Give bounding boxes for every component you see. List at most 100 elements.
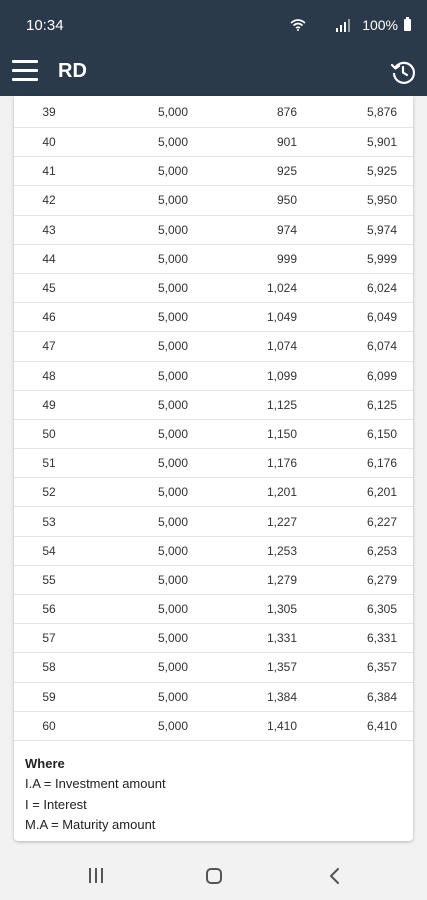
table-cell: 6,201	[366, 485, 397, 500]
table-cell: 5,925	[366, 164, 397, 179]
table-cell: 5,000	[157, 456, 188, 471]
table-cell: 46	[42, 310, 56, 325]
table-row: 47 5,000 1,074 6,074	[14, 332, 413, 362]
table-cell: 6,410	[366, 718, 397, 733]
status-indicators: 100%	[290, 17, 411, 33]
table-row: 54 5,000 1,253 6,253	[14, 537, 413, 566]
table-cell: 5,876	[366, 104, 397, 119]
table-cell: 60	[42, 718, 56, 733]
table-row: 45 5,000 1,024 6,024	[14, 274, 413, 304]
history-icon[interactable]	[389, 58, 417, 86]
table-row: 52 5,000 1,201 6,201	[14, 478, 413, 508]
table-cell: 5,000	[157, 689, 188, 704]
status-bar: 10:34 100%	[0, 0, 427, 50]
table-cell: 43	[42, 222, 56, 237]
table-cell: 5,000	[157, 251, 188, 266]
table-cell: 47	[42, 339, 56, 354]
table-row: 39 5,000 876 5,876	[14, 96, 413, 128]
table-cell: 5,950	[366, 193, 397, 208]
table-row: 46 5,000 1,049 6,049	[14, 303, 413, 333]
table-cell: 1,384	[266, 689, 297, 704]
table-cell: 6,253	[366, 543, 397, 558]
table-cell: 1,410	[266, 718, 297, 733]
table-row: 58 5,000 1,357 6,357	[14, 653, 413, 683]
table-cell: 44	[42, 251, 56, 266]
legend-line: I = Interest	[25, 796, 87, 812]
table-cell: 5,000	[157, 368, 188, 383]
table-cell: 5,000	[157, 660, 188, 675]
table-row: 55 5,000 1,279 6,279	[14, 566, 413, 595]
table-cell: 1,227	[266, 514, 297, 529]
table-cell: 5,000	[157, 543, 188, 558]
system-nav-bar	[0, 850, 427, 900]
table-cell: 58	[42, 660, 56, 675]
home-icon[interactable]	[206, 868, 222, 884]
table-cell: 5,000	[157, 631, 188, 646]
back-icon[interactable]	[326, 866, 344, 886]
table-row: 42 5,000 950 5,950	[14, 186, 413, 216]
table-row: 48 5,000 1,099 6,099	[14, 362, 413, 391]
schedule-table: 39 5,000 876 5,876 40 5,000 901 5,901 41 5,000 925…	[14, 96, 413, 741]
table-cell: 1,125	[266, 397, 297, 412]
table-cell: 1,357	[266, 660, 297, 675]
table-cell: 45	[42, 281, 56, 296]
table-cell: 59	[42, 689, 56, 704]
table-cell: 42	[42, 193, 56, 208]
table-cell: 5,901	[366, 135, 397, 150]
table-cell: 1,074	[266, 339, 297, 354]
table-cell: 5,999	[366, 251, 397, 266]
app-bar: RD	[0, 50, 427, 96]
table-cell: 6,150	[366, 426, 397, 441]
table-cell: 57	[42, 631, 56, 646]
table-cell: 5,000	[157, 104, 188, 119]
table-cell: 52	[42, 485, 56, 500]
table-cell: 54	[42, 543, 56, 558]
table-cell: 49	[42, 397, 56, 412]
legend-line: M.A = Maturity amount	[25, 817, 156, 833]
table-cell: 5,000	[157, 193, 188, 208]
table-cell: 6,357	[366, 660, 397, 675]
status-time: 10:34	[26, 17, 64, 34]
table-cell: 999	[276, 251, 297, 266]
table-cell: 50	[42, 426, 56, 441]
table-cell: 56	[42, 602, 56, 617]
menu-icon[interactable]	[12, 60, 38, 82]
table-cell: 6,176	[366, 456, 397, 471]
table-cell: 5,000	[157, 602, 188, 617]
table-cell: 53	[42, 514, 56, 529]
table-cell: 1,279	[266, 572, 297, 587]
table-row: 44 5,000 999 5,999	[14, 245, 413, 274]
table-cell: 5,000	[157, 281, 188, 296]
table-cell: 1,253	[266, 543, 297, 558]
table-row: 49 5,000 1,125 6,125	[14, 391, 413, 420]
table-cell: 1,201	[266, 485, 297, 500]
table-cell: 1,099	[266, 368, 297, 383]
table-row: 41 5,000 925 5,925	[14, 157, 413, 187]
recents-icon[interactable]	[88, 868, 104, 883]
table-row: 40 5,000 901 5,901	[14, 128, 413, 158]
table-cell: 6,074	[366, 339, 397, 354]
table-cell: 5,000	[157, 514, 188, 529]
table-row: 50 5,000 1,150 6,150	[14, 420, 413, 450]
table-cell: 950	[276, 193, 297, 208]
wifi-icon	[290, 19, 306, 31]
table-cell: 901	[276, 135, 297, 150]
table-cell: 41	[42, 164, 56, 179]
table-cell: 5,000	[157, 222, 188, 237]
table-cell: 1,150	[266, 426, 297, 441]
table-cell: 974	[276, 222, 297, 237]
table-cell: 6,024	[366, 281, 397, 296]
legend-line: I.A = Investment amount	[25, 776, 166, 792]
schedule-card: 39 5,000 876 5,876 40 5,000 901 5,901 41 5,000 925…	[14, 96, 413, 841]
table-cell: 5,000	[157, 426, 188, 441]
table-cell: 6,049	[366, 310, 397, 325]
battery-icon	[404, 17, 411, 31]
table-cell: 6,125	[366, 397, 397, 412]
table-row: 43 5,000 974 5,974	[14, 216, 413, 245]
table-cell: 1,049	[266, 310, 297, 325]
table-cell: 6,279	[366, 572, 397, 587]
table-cell: 1,331	[266, 631, 297, 646]
table-cell: 5,000	[157, 572, 188, 587]
table-cell: 6,227	[366, 514, 397, 529]
legend: Where I.A = Investment amount I = Intere…	[14, 741, 413, 836]
